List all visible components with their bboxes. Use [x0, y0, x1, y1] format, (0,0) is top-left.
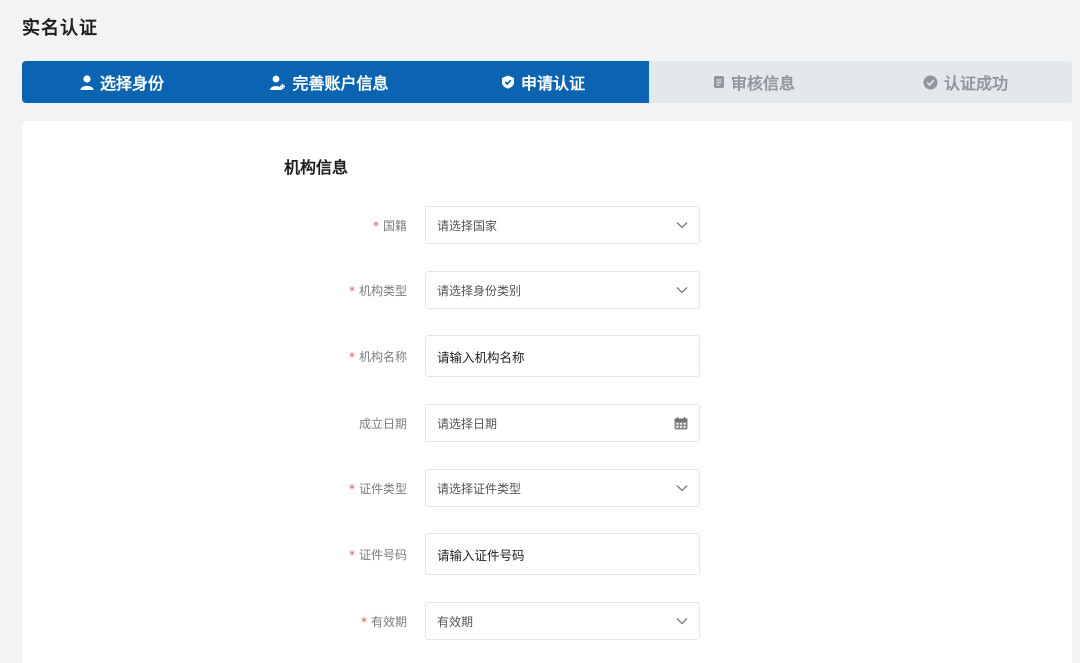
page: 实名认证 选择身份 完善账户信息 申请认证 审核信息 认证成功 机构信息 * 国… [0, 0, 1080, 663]
org-name-input[interactable]: 请输入机构名称 [425, 335, 700, 377]
calendar-icon [674, 416, 688, 430]
date-placeholder: 请选择日期 [437, 416, 498, 431]
founding-date-picker[interactable]: 请选择日期 [425, 404, 700, 442]
validity-select[interactable]: 有效期 [425, 602, 700, 640]
field-label-text: 证件号码 [358, 547, 407, 562]
user-add-icon [270, 75, 286, 90]
field-label-text: 国籍 [382, 218, 407, 233]
input-placeholder: 请输入证件号码 [437, 547, 525, 563]
id-type-select[interactable]: 请选择证件类型 [425, 469, 700, 507]
document-icon [713, 75, 725, 89]
required-mark: * [348, 283, 355, 298]
field-label: * 有效期 [287, 613, 407, 630]
select-placeholder: 请选择身份类别 [437, 283, 522, 298]
field-label: * 证件类型 [287, 480, 407, 497]
field-row-validity: * 有效期 有效期 [22, 601, 1072, 641]
required-mark: * [372, 218, 379, 233]
step-complete-account[interactable]: 完善账户信息 [222, 61, 437, 103]
field-row-nationality: * 国籍 请选择国家 [22, 205, 1072, 245]
field-label: * 机构名称 [287, 348, 407, 365]
step-select-identity[interactable]: 选择身份 [22, 61, 222, 103]
step-label: 选择身份 [99, 74, 164, 93]
field-label-text: 证件类型 [358, 481, 407, 496]
field-label: * 机构类型 [287, 282, 407, 299]
step-label: 认证成功 [943, 74, 1008, 93]
field-row-org-name: * 机构名称 请输入机构名称 [22, 335, 1072, 377]
required-mark: * [348, 481, 355, 496]
field-row-id-type: * 证件类型 请选择证件类型 [22, 468, 1072, 508]
field-label-text: 机构名称 [358, 349, 407, 364]
chevron-down-icon [676, 286, 688, 294]
check-circle-icon [923, 75, 938, 90]
field-label: * 证件号码 [287, 546, 407, 563]
required-mark: * [360, 614, 367, 629]
required-mark: * [348, 547, 355, 562]
progress-stepper: 选择身份 完善账户信息 申请认证 审核信息 认证成功 [22, 61, 1072, 103]
step-label: 完善账户信息 [292, 74, 389, 93]
step-label: 申请认证 [520, 74, 585, 93]
field-label: 成立日期 [287, 415, 407, 432]
page-title: 实名认证 [22, 18, 98, 39]
field-label-text: 有效期 [370, 614, 407, 629]
form-card: 机构信息 * 国籍 请选择国家 * 机构类型 请选择身份类别 * 机构名称 请输… [22, 121, 1072, 663]
field-label-text: 机构类型 [358, 283, 407, 298]
step-certification-success[interactable]: 认证成功 [859, 61, 1072, 103]
field-label-text: 成立日期 [358, 416, 407, 431]
id-number-input[interactable]: 请输入证件号码 [425, 533, 700, 575]
select-placeholder: 请选择证件类型 [437, 481, 522, 496]
step-review-info[interactable]: 审核信息 [649, 61, 859, 103]
field-row-org-type: * 机构类型 请选择身份类别 [22, 270, 1072, 310]
select-placeholder: 请选择国家 [437, 218, 498, 233]
shield-check-icon [501, 75, 515, 89]
field-row-id-number: * 证件号码 请输入证件号码 [22, 533, 1072, 575]
chevron-down-icon [676, 484, 688, 492]
field-row-founding-date: 成立日期 请选择日期 [22, 403, 1072, 443]
required-mark: * [348, 349, 355, 364]
field-label: * 国籍 [287, 217, 407, 234]
step-apply-certification[interactable]: 申请认证 [437, 61, 649, 103]
chevron-down-icon [676, 617, 688, 625]
step-label: 审核信息 [730, 74, 795, 93]
chevron-down-icon [676, 221, 688, 229]
org-type-select[interactable]: 请选择身份类别 [425, 271, 700, 309]
select-placeholder: 有效期 [437, 614, 474, 629]
user-icon [80, 74, 94, 90]
section-title: 机构信息 [284, 158, 349, 177]
nationality-select[interactable]: 请选择国家 [425, 206, 700, 244]
input-placeholder: 请输入机构名称 [437, 349, 525, 365]
